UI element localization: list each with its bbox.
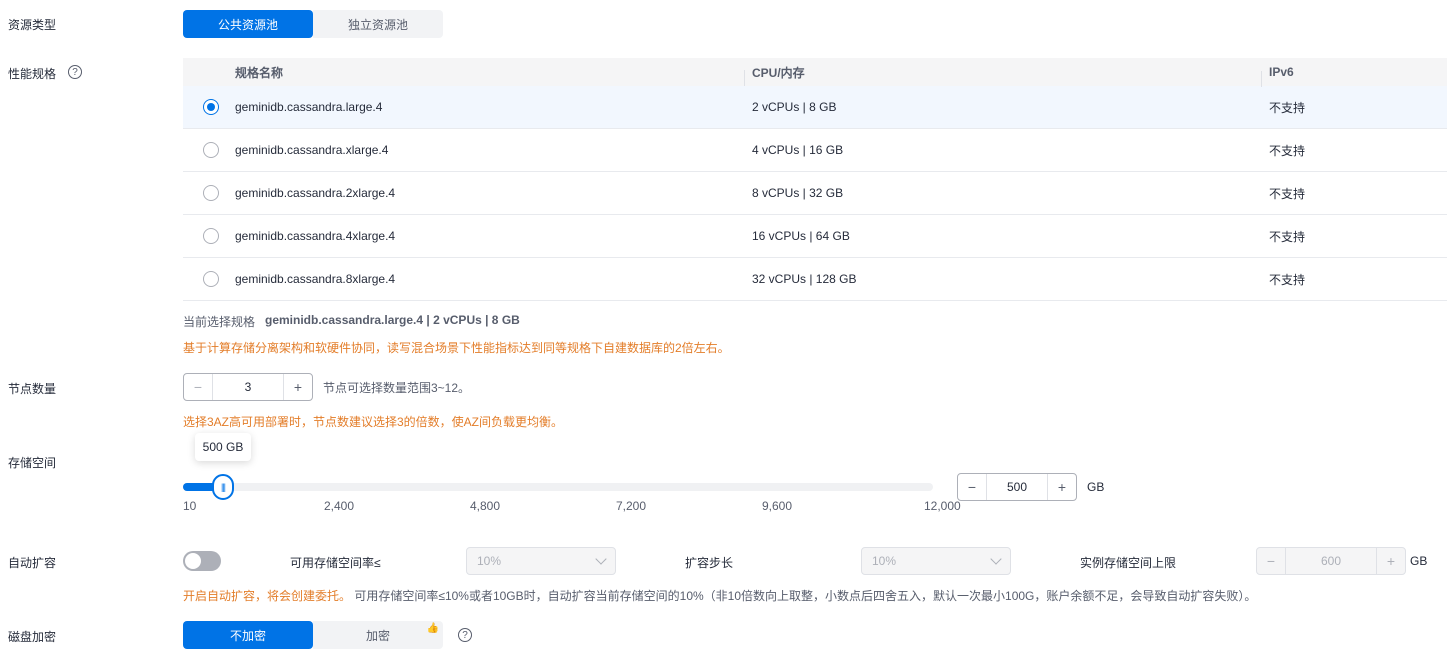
spec-help-icon[interactable]: ? [68, 65, 82, 79]
resource-type-selector: 公共资源池 独立资源池 [183, 10, 443, 38]
slider-tick: 4,800 [470, 499, 501, 513]
storage-input[interactable]: 500 [986, 474, 1048, 500]
table-row[interactable]: geminidb.cassandra.8xlarge.4 32 vCPUs | … [183, 258, 1447, 301]
spec-name-cell: geminidb.cassandra.4xlarge.4 [235, 229, 396, 243]
table-row[interactable]: geminidb.cassandra.xlarge.4 4 vCPUs | 16… [183, 129, 1447, 172]
current-spec-label: 当前选择规格 [183, 315, 256, 329]
slider-tick: 9,600 [762, 499, 793, 513]
limit-label: 实例存储空间上限 [1080, 556, 1177, 570]
spec-table-header: 规格名称 CPU/内存 IPv6 [183, 58, 1447, 87]
limit-unit: GB [1410, 554, 1428, 568]
encryption-option[interactable]: 加密 👍 [313, 621, 443, 649]
storage-unit: GB [1087, 480, 1105, 494]
step-select[interactable]: 10% [861, 547, 1011, 575]
slider-tick: 12,000 [924, 499, 961, 513]
table-row[interactable]: geminidb.cassandra.large.4 2 vCPUs | 8 G… [183, 86, 1447, 129]
step-label: 扩容步长 [685, 556, 734, 570]
autoscale-toggle[interactable] [183, 551, 221, 571]
table-row[interactable]: geminidb.cassandra.2xlarge.4 8 vCPUs | 3… [183, 172, 1447, 215]
public-pool-option[interactable]: 公共资源池 [183, 10, 313, 38]
spec-name-cell: geminidb.cassandra.2xlarge.4 [235, 186, 396, 200]
nodes-input[interactable]: 3 [212, 374, 284, 400]
storage-slider-track[interactable] [183, 483, 933, 491]
limit-increment-button[interactable]: + [1377, 548, 1405, 574]
autoscale-note-detail: 可用存储空间率≤10%或者10GB时，自动扩容当前存储空间的10%（非10倍数向… [354, 589, 1257, 603]
ipv6-cell: 不支持 [1269, 143, 1306, 158]
spec-name-cell: geminidb.cassandra.8xlarge.4 [235, 272, 396, 286]
limit-stepper[interactable]: − 600 + [1256, 547, 1406, 575]
storage-tooltip: 500 GB [195, 433, 251, 461]
cpu-mem-cell: 2 vCPUs | 8 GB [752, 100, 837, 114]
resource-type-label: 资源类型 [8, 18, 57, 32]
encryption-label: 磁盘加密 [8, 630, 57, 644]
ipv6-cell: 不支持 [1269, 272, 1306, 287]
storage-increment-button[interactable]: + [1048, 474, 1076, 500]
step-select-value: 10% [872, 554, 897, 568]
chevron-down-icon [990, 553, 1002, 565]
autoscale-label: 自动扩容 [8, 556, 57, 570]
spec-name-cell: geminidb.cassandra.large.4 [235, 100, 383, 114]
autoscale-note: 开启自动扩容，将会创建委托。 可用存储空间率≤10%或者10GB时，自动扩容当前… [183, 587, 1256, 604]
limit-decrement-button[interactable]: − [1257, 548, 1285, 574]
rate-select-value: 10% [477, 554, 502, 568]
no-encryption-option[interactable]: 不加密 [183, 621, 313, 649]
spec-table: 规格名称 CPU/内存 IPv6 geminidb.cassandra.larg… [183, 58, 1447, 301]
col-cpu-mem: CPU/内存 [744, 64, 1269, 86]
nodes-label: 节点数量 [8, 382, 57, 396]
col-spec-name: 规格名称 [235, 65, 284, 80]
storage-label: 存储空间 [8, 456, 57, 470]
ipv6-cell: 不支持 [1269, 100, 1306, 115]
nodes-range-hint: 节点可选择数量范围3~12。 [323, 381, 471, 395]
encryption-selector: 不加密 加密 👍 [183, 621, 443, 649]
ipv6-cell: 不支持 [1269, 229, 1306, 244]
limit-input[interactable]: 600 [1285, 548, 1377, 574]
slider-tick: 10 [183, 499, 197, 513]
rate-select[interactable]: 10% [466, 547, 616, 575]
dedicated-pool-option[interactable]: 独立资源池 [313, 10, 443, 38]
spec-radio[interactable] [203, 185, 219, 201]
spec-label: 性能规格 [8, 67, 57, 81]
slider-tick: 2,400 [324, 499, 355, 513]
chevron-down-icon [595, 553, 607, 565]
current-spec-value: geminidb.cassandra.large.4 | 2 vCPUs | 8… [265, 313, 520, 327]
nodes-stepper[interactable]: − 3 + [183, 373, 313, 401]
storage-decrement-button[interactable]: − [958, 474, 986, 500]
nodes-az-warning: 选择3AZ高可用部署时，节点数建议选择3的倍数，使AZ间负载更均衡。 [183, 415, 564, 429]
rate-label: 可用存储空间率≤ [290, 556, 381, 570]
spec-radio[interactable] [203, 228, 219, 244]
slider-tick: 7,200 [616, 499, 647, 513]
cpu-mem-cell: 4 vCPUs | 16 GB [752, 143, 844, 157]
cpu-mem-cell: 16 vCPUs | 64 GB [752, 229, 850, 243]
ipv6-cell: 不支持 [1269, 186, 1306, 201]
spec-name-cell: geminidb.cassandra.xlarge.4 [235, 143, 389, 157]
storage-stepper[interactable]: − 500 + [957, 473, 1077, 501]
encryption-help-icon[interactable]: ? [458, 628, 472, 642]
nodes-decrement-button[interactable]: − [184, 374, 212, 400]
recommend-icon: 👍 [426, 623, 439, 634]
nodes-increment-button[interactable]: + [284, 374, 312, 400]
spec-radio[interactable] [203, 271, 219, 287]
spec-performance-note: 基于计算存储分离架构和软硬件协同，读写混合场景下性能指标达到同等规格下自建数据库… [183, 341, 730, 355]
cpu-mem-cell: 8 vCPUs | 32 GB [752, 186, 844, 200]
storage-slider-thumb[interactable]: ||| [212, 474, 234, 500]
spec-radio[interactable] [203, 99, 219, 115]
cpu-mem-cell: 32 vCPUs | 128 GB [752, 272, 857, 286]
autoscale-note-warning: 开启自动扩容，将会创建委托。 [183, 589, 352, 603]
table-row[interactable]: geminidb.cassandra.4xlarge.4 16 vCPUs | … [183, 215, 1447, 258]
spec-radio[interactable] [203, 142, 219, 158]
col-ipv6: IPv6 [1261, 65, 1447, 87]
